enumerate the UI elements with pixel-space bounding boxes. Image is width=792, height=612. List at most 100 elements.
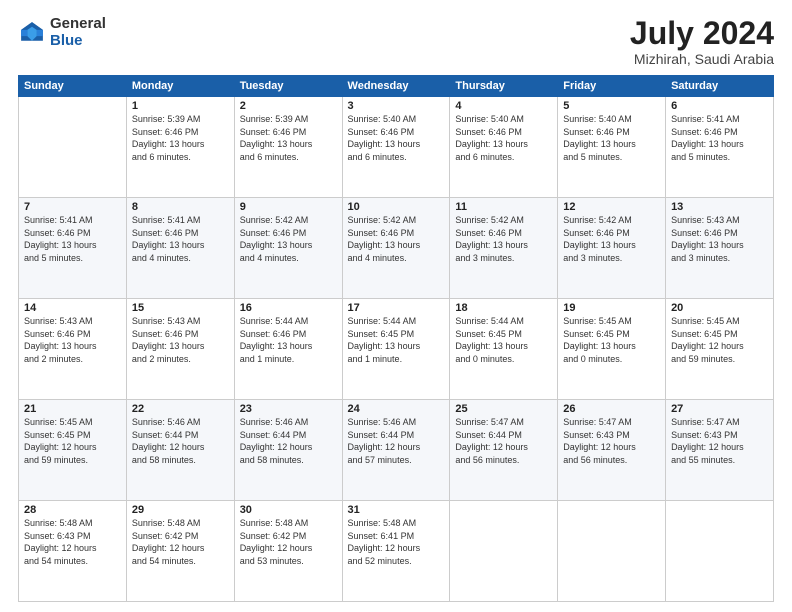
day-info: Sunrise: 5:40 AM Sunset: 6:46 PM Dayligh… — [455, 113, 552, 163]
table-row: 30Sunrise: 5:48 AM Sunset: 6:42 PM Dayli… — [234, 501, 342, 602]
day-info: Sunrise: 5:40 AM Sunset: 6:46 PM Dayligh… — [563, 113, 660, 163]
day-number: 31 — [348, 504, 445, 516]
table-row: 24Sunrise: 5:46 AM Sunset: 6:44 PM Dayli… — [342, 400, 450, 501]
day-number: 10 — [348, 201, 445, 213]
day-info: Sunrise: 5:42 AM Sunset: 6:46 PM Dayligh… — [563, 214, 660, 264]
day-number: 18 — [455, 302, 552, 314]
day-number: 30 — [240, 504, 337, 516]
day-number: 3 — [348, 100, 445, 112]
table-row: 14Sunrise: 5:43 AM Sunset: 6:46 PM Dayli… — [19, 299, 127, 400]
day-number: 9 — [240, 201, 337, 213]
table-row: 13Sunrise: 5:43 AM Sunset: 6:46 PM Dayli… — [666, 198, 774, 299]
day-number: 29 — [132, 504, 229, 516]
day-number: 28 — [24, 504, 121, 516]
col-tuesday: Tuesday — [234, 76, 342, 97]
day-info: Sunrise: 5:39 AM Sunset: 6:46 PM Dayligh… — [240, 113, 337, 163]
col-friday: Friday — [558, 76, 666, 97]
table-row: 21Sunrise: 5:45 AM Sunset: 6:45 PM Dayli… — [19, 400, 127, 501]
day-number: 26 — [563, 403, 660, 415]
day-number: 19 — [563, 302, 660, 314]
day-info: Sunrise: 5:46 AM Sunset: 6:44 PM Dayligh… — [132, 416, 229, 466]
table-row: 9Sunrise: 5:42 AM Sunset: 6:46 PM Daylig… — [234, 198, 342, 299]
table-row: 18Sunrise: 5:44 AM Sunset: 6:45 PM Dayli… — [450, 299, 558, 400]
col-monday: Monday — [126, 76, 234, 97]
title-block: July 2024 Mizhirah, Saudi Arabia — [630, 16, 774, 67]
day-number: 14 — [24, 302, 121, 314]
day-info: Sunrise: 5:48 AM Sunset: 6:42 PM Dayligh… — [240, 517, 337, 567]
day-number: 12 — [563, 201, 660, 213]
day-info: Sunrise: 5:45 AM Sunset: 6:45 PM Dayligh… — [24, 416, 121, 466]
logo-blue: Blue — [50, 33, 106, 50]
day-info: Sunrise: 5:45 AM Sunset: 6:45 PM Dayligh… — [671, 315, 768, 365]
day-number: 23 — [240, 403, 337, 415]
day-number: 21 — [24, 403, 121, 415]
week-row-4: 21Sunrise: 5:45 AM Sunset: 6:45 PM Dayli… — [19, 400, 774, 501]
logo-general: General — [50, 16, 106, 33]
day-number: 2 — [240, 100, 337, 112]
table-row: 16Sunrise: 5:44 AM Sunset: 6:46 PM Dayli… — [234, 299, 342, 400]
week-row-1: 1Sunrise: 5:39 AM Sunset: 6:46 PM Daylig… — [19, 97, 774, 198]
table-row: 26Sunrise: 5:47 AM Sunset: 6:43 PM Dayli… — [558, 400, 666, 501]
table-row: 4Sunrise: 5:40 AM Sunset: 6:46 PM Daylig… — [450, 97, 558, 198]
table-row — [450, 501, 558, 602]
day-info: Sunrise: 5:44 AM Sunset: 6:46 PM Dayligh… — [240, 315, 337, 365]
table-row: 22Sunrise: 5:46 AM Sunset: 6:44 PM Dayli… — [126, 400, 234, 501]
day-info: Sunrise: 5:47 AM Sunset: 6:43 PM Dayligh… — [671, 416, 768, 466]
day-info: Sunrise: 5:43 AM Sunset: 6:46 PM Dayligh… — [132, 315, 229, 365]
page: General Blue July 2024 Mizhirah, Saudi A… — [0, 0, 792, 612]
day-number: 5 — [563, 100, 660, 112]
day-info: Sunrise: 5:46 AM Sunset: 6:44 PM Dayligh… — [240, 416, 337, 466]
table-row: 31Sunrise: 5:48 AM Sunset: 6:41 PM Dayli… — [342, 501, 450, 602]
day-number: 22 — [132, 403, 229, 415]
day-info: Sunrise: 5:48 AM Sunset: 6:41 PM Dayligh… — [348, 517, 445, 567]
day-info: Sunrise: 5:44 AM Sunset: 6:45 PM Dayligh… — [455, 315, 552, 365]
day-number: 17 — [348, 302, 445, 314]
day-number: 20 — [671, 302, 768, 314]
day-info: Sunrise: 5:42 AM Sunset: 6:46 PM Dayligh… — [240, 214, 337, 264]
month-title: July 2024 — [630, 16, 774, 51]
table-row: 11Sunrise: 5:42 AM Sunset: 6:46 PM Dayli… — [450, 198, 558, 299]
table-row: 17Sunrise: 5:44 AM Sunset: 6:45 PM Dayli… — [342, 299, 450, 400]
day-info: Sunrise: 5:47 AM Sunset: 6:44 PM Dayligh… — [455, 416, 552, 466]
col-wednesday: Wednesday — [342, 76, 450, 97]
day-info: Sunrise: 5:42 AM Sunset: 6:46 PM Dayligh… — [348, 214, 445, 264]
day-info: Sunrise: 5:41 AM Sunset: 6:46 PM Dayligh… — [132, 214, 229, 264]
day-number: 8 — [132, 201, 229, 213]
day-info: Sunrise: 5:43 AM Sunset: 6:46 PM Dayligh… — [24, 315, 121, 365]
table-row: 1Sunrise: 5:39 AM Sunset: 6:46 PM Daylig… — [126, 97, 234, 198]
table-row — [558, 501, 666, 602]
week-row-2: 7Sunrise: 5:41 AM Sunset: 6:46 PM Daylig… — [19, 198, 774, 299]
day-info: Sunrise: 5:48 AM Sunset: 6:42 PM Dayligh… — [132, 517, 229, 567]
calendar-table: Sunday Monday Tuesday Wednesday Thursday… — [18, 75, 774, 602]
day-number: 27 — [671, 403, 768, 415]
table-row — [666, 501, 774, 602]
table-row: 7Sunrise: 5:41 AM Sunset: 6:46 PM Daylig… — [19, 198, 127, 299]
table-row: 29Sunrise: 5:48 AM Sunset: 6:42 PM Dayli… — [126, 501, 234, 602]
day-info: Sunrise: 5:47 AM Sunset: 6:43 PM Dayligh… — [563, 416, 660, 466]
table-row — [19, 97, 127, 198]
day-number: 6 — [671, 100, 768, 112]
day-number: 13 — [671, 201, 768, 213]
day-info: Sunrise: 5:44 AM Sunset: 6:45 PM Dayligh… — [348, 315, 445, 365]
logo-icon — [18, 19, 46, 47]
table-row: 6Sunrise: 5:41 AM Sunset: 6:46 PM Daylig… — [666, 97, 774, 198]
header: General Blue July 2024 Mizhirah, Saudi A… — [18, 16, 774, 67]
logo-text: General Blue — [50, 16, 106, 49]
day-info: Sunrise: 5:43 AM Sunset: 6:46 PM Dayligh… — [671, 214, 768, 264]
day-number: 7 — [24, 201, 121, 213]
day-number: 25 — [455, 403, 552, 415]
table-row: 19Sunrise: 5:45 AM Sunset: 6:45 PM Dayli… — [558, 299, 666, 400]
table-row: 12Sunrise: 5:42 AM Sunset: 6:46 PM Dayli… — [558, 198, 666, 299]
table-row: 15Sunrise: 5:43 AM Sunset: 6:46 PM Dayli… — [126, 299, 234, 400]
col-saturday: Saturday — [666, 76, 774, 97]
col-thursday: Thursday — [450, 76, 558, 97]
day-info: Sunrise: 5:42 AM Sunset: 6:46 PM Dayligh… — [455, 214, 552, 264]
day-number: 4 — [455, 100, 552, 112]
logo: General Blue — [18, 16, 106, 49]
table-row: 25Sunrise: 5:47 AM Sunset: 6:44 PM Dayli… — [450, 400, 558, 501]
day-number: 24 — [348, 403, 445, 415]
col-sunday: Sunday — [19, 76, 127, 97]
table-row: 27Sunrise: 5:47 AM Sunset: 6:43 PM Dayli… — [666, 400, 774, 501]
day-info: Sunrise: 5:41 AM Sunset: 6:46 PM Dayligh… — [24, 214, 121, 264]
location: Mizhirah, Saudi Arabia — [630, 51, 774, 67]
